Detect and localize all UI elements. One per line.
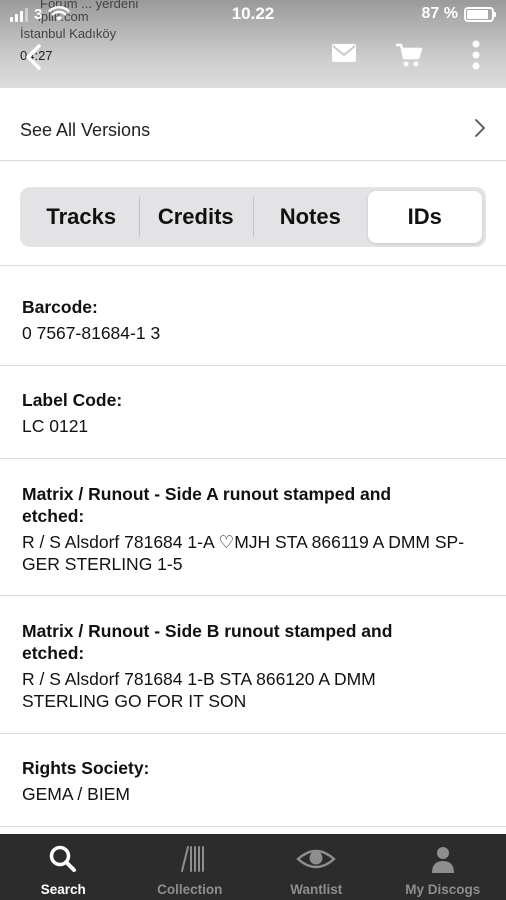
top-bar: Forum ... yerdeni iplik.com İstanbul Kad… <box>0 0 506 88</box>
field-label: Matrix / Runout - Side A runout stamped … <box>22 484 392 526</box>
overlay-text-line3: İstanbul Kadıköy <box>20 26 117 41</box>
field-value: R / S Alsdorf 781684 1-A ♡MJH STA 866119… <box>22 532 465 574</box>
tab-notes[interactable]: Notes <box>253 191 368 243</box>
tabbar-label: Collection <box>157 882 223 897</box>
bottom-tab-bar: Search Collection Wantlist My Discogs <box>0 834 506 900</box>
tabbar-label: My Discogs <box>405 882 481 897</box>
tabbar-label: Wantlist <box>290 882 343 897</box>
collection-icon <box>180 846 204 872</box>
eye-icon <box>296 849 337 869</box>
person-icon <box>431 847 454 873</box>
see-all-versions-label: See All Versions <box>20 120 151 140</box>
back-chevron-icon[interactable] <box>22 43 46 71</box>
tabbar-search[interactable]: Search <box>0 834 127 900</box>
matrix-side-a-field: Matrix / Runout - Side A runout stamped … <box>22 483 464 575</box>
divider <box>0 733 506 734</box>
field-label: Matrix / Runout - Side B runout stamped … <box>22 621 393 663</box>
barcode-field: Barcode: 0 7567-81684-1 3 <box>22 296 482 344</box>
field-value: 0 7567-81684-1 3 <box>22 323 161 343</box>
chevron-right-icon <box>475 119 485 137</box>
tabbar-my-discogs[interactable]: My Discogs <box>380 834 506 900</box>
battery-percent: 87 % <box>421 5 458 22</box>
cart-icon[interactable] <box>395 42 423 68</box>
tab-credits[interactable]: Credits <box>138 191 254 243</box>
tabbar-wantlist[interactable]: Wantlist <box>253 834 380 900</box>
field-value: LC 0121 <box>22 416 89 436</box>
divider <box>0 458 506 459</box>
mail-icon[interactable] <box>331 42 357 64</box>
field-label: Rights Society: <box>22 758 150 778</box>
battery: 87 % <box>421 5 496 23</box>
tabbar-label: Search <box>40 882 86 897</box>
field-label: Barcode: <box>22 297 98 317</box>
tabbar-collection[interactable]: Collection <box>127 834 254 900</box>
battery-icon <box>464 6 496 22</box>
rights-society-field: Rights Society: GEMA / BIEM <box>22 757 482 805</box>
tab-ids[interactable]: IDs <box>367 191 482 243</box>
see-all-versions-row[interactable]: See All Versions <box>0 88 506 161</box>
field-label: Label Code: <box>22 390 123 410</box>
divider <box>0 365 506 366</box>
field-value: GEMA / BIEM <box>22 784 130 804</box>
divider <box>0 826 506 827</box>
divider <box>0 595 506 596</box>
tab-tracks[interactable]: Tracks <box>24 191 139 243</box>
detail-segmented-control: Tracks Credits Notes IDs <box>20 187 486 247</box>
search-icon <box>50 845 77 872</box>
label-code-field: Label Code: LC 0121 <box>22 389 482 437</box>
divider <box>0 265 506 266</box>
more-vertical-icon[interactable] <box>470 40 482 70</box>
matrix-side-b-field: Matrix / Runout - Side B runout stamped … <box>22 620 412 712</box>
field-value: R / S Alsdorf 781684 1-B STA 866120 A DM… <box>22 669 376 711</box>
